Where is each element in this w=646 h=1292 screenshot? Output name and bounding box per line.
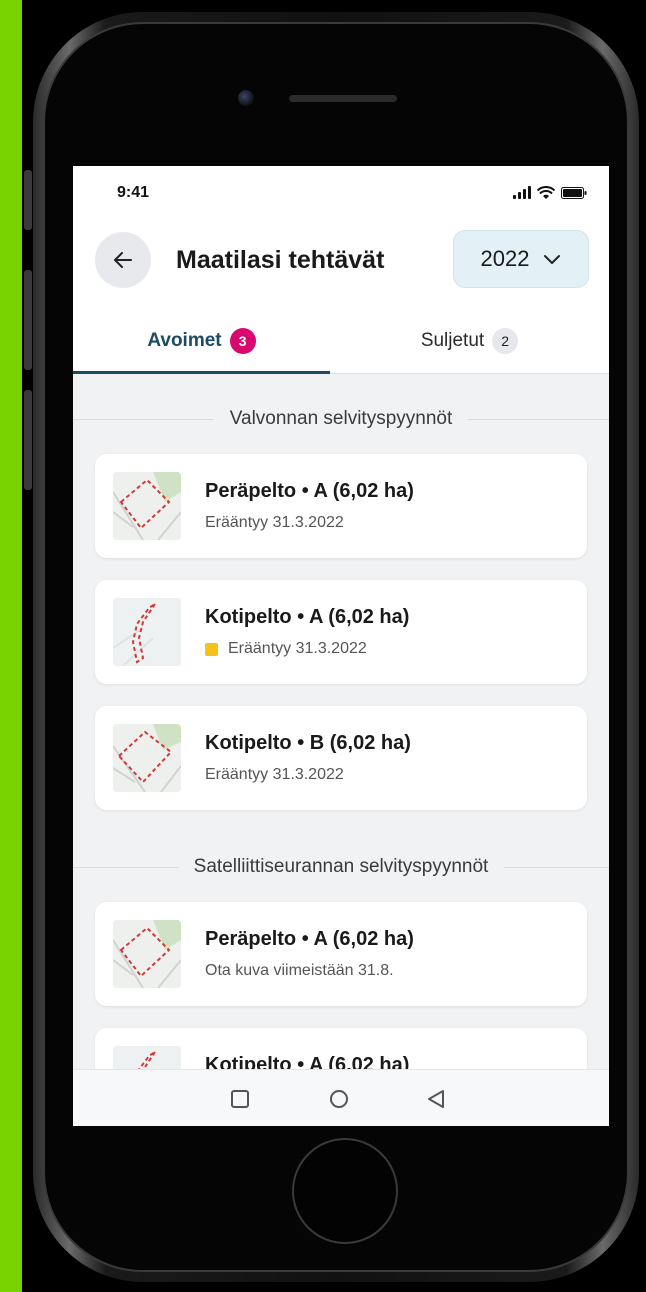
section-heading: Valvonnan selvityspyynnöt — [73, 404, 609, 434]
phone-screen: 9:41 Maatilasi tehtävät 2022 Avoimet 3 S… — [73, 166, 609, 1126]
app-header: Maatilasi tehtävät 2022 — [73, 218, 609, 308]
count-badge: 2 — [492, 328, 519, 354]
status-icons — [513, 186, 587, 200]
phone-volume-up — [24, 270, 32, 370]
tab-suljetut[interactable]: Suljetut 2 — [330, 308, 609, 374]
section-heading: Satelliittiseurannan selvityspyynnöt — [73, 852, 609, 882]
task-card[interactable]: Kotipelto • A (6,02 ha) Erääntyy 31.3.20… — [95, 580, 587, 684]
arrow-left-icon — [114, 252, 132, 268]
card-title: Peräpelto • A (6,02 ha) — [205, 480, 414, 502]
circle-icon[interactable] — [329, 1089, 349, 1109]
active-tab-indicator — [73, 371, 330, 374]
signal-icon — [513, 186, 531, 199]
year-select[interactable]: 2022 — [453, 230, 589, 288]
earpiece-speaker — [289, 95, 397, 102]
home-button[interactable] — [292, 1138, 398, 1244]
card-subtitle: Erääntyy 31.3.2022 — [205, 766, 344, 783]
task-card[interactable]: Kotipelto • B (6,02 ha) Erääntyy 31.3.20… — [95, 706, 587, 810]
card-title: Kotipelto • A (6,02 ha) — [205, 606, 410, 628]
triangle-back-icon[interactable] — [427, 1089, 445, 1109]
android-nav-bar — [73, 1069, 609, 1126]
phone-mute-switch — [24, 170, 32, 230]
chevron-down-icon — [544, 254, 561, 264]
status-bar: 9:41 — [73, 166, 609, 218]
year-value: 2022 — [480, 246, 530, 271]
tab-avoimet[interactable]: Avoimet 3 — [73, 308, 330, 374]
status-time: 9:41 — [117, 184, 150, 201]
field-map-thumbnail — [113, 920, 181, 988]
card-title: Peräpelto • A (6,02 ha) — [205, 928, 414, 950]
field-map-thumbnail — [113, 724, 181, 792]
battery-icon — [561, 187, 587, 199]
tab-label: Suljetut — [420, 330, 485, 351]
phone-volume-down — [24, 390, 32, 490]
wifi-icon — [537, 186, 555, 200]
card-subtitle: Ota kuva viimeistään 31.8. — [205, 962, 394, 979]
front-camera — [238, 90, 254, 106]
back-button[interactable] — [95, 232, 151, 288]
tab-bar: Avoimet 3 Suljetut 2 — [73, 308, 609, 374]
page-title: Maatilasi tehtävät — [176, 246, 385, 274]
card-title: Kotipelto • B (6,02 ha) — [205, 732, 411, 754]
field-map-thumbnail — [113, 598, 181, 666]
card-subtitle: Erääntyy 31.3.2022 — [205, 640, 367, 658]
warning-square-icon — [205, 642, 218, 656]
task-card[interactable]: Peräpelto • A (6,02 ha) Ota kuva viimeis… — [95, 902, 587, 1006]
field-map-thumbnail — [113, 472, 181, 540]
task-card[interactable]: Peräpelto • A (6,02 ha) Erääntyy 31.3.20… — [95, 454, 587, 558]
count-badge: 3 — [229, 328, 256, 354]
card-subtitle: Erääntyy 31.3.2022 — [205, 514, 344, 531]
square-icon[interactable] — [230, 1089, 250, 1109]
tab-label: Avoimet — [147, 330, 222, 351]
